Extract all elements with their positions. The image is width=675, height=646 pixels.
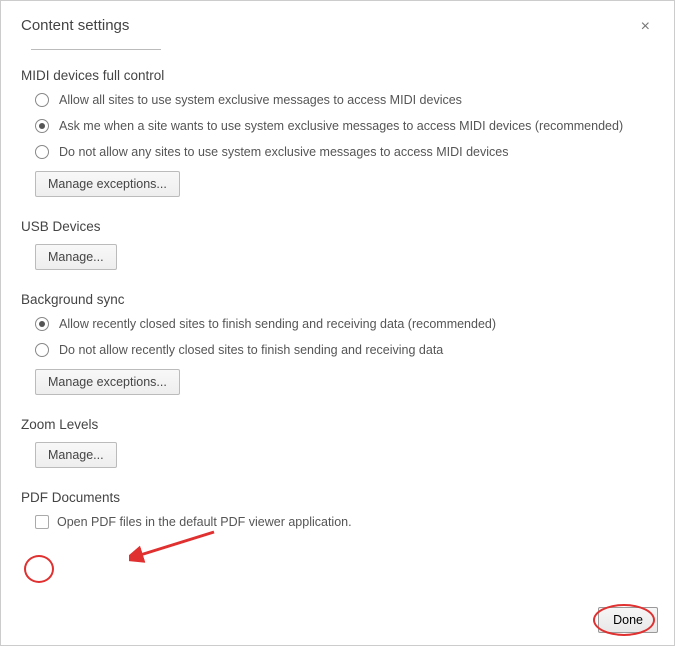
dialog-scroll-area[interactable]: MIDI devices full control Allow all site… — [1, 45, 674, 595]
radio-bgsync-allow[interactable]: Allow recently closed sites to finish se… — [35, 317, 654, 331]
section-usb: USB Devices Manage... — [21, 219, 654, 270]
manage-button-zoom[interactable]: Manage... — [35, 442, 117, 468]
radio-bgsync-deny[interactable]: Do not allow recently closed sites to fi… — [35, 343, 654, 357]
done-button[interactable]: Done — [598, 607, 658, 633]
manage-exceptions-button-bgsync[interactable]: Manage exceptions... — [35, 369, 180, 395]
radio-label: Allow all sites to use system exclusive … — [59, 93, 462, 107]
divider — [31, 49, 161, 50]
radio-icon — [35, 317, 49, 331]
content-settings-dialog: Content settings × MIDI devices full con… — [0, 0, 675, 646]
radio-label: Allow recently closed sites to finish se… — [59, 317, 496, 331]
section-zoom: Zoom Levels Manage... — [21, 417, 654, 468]
dialog-header: Content settings × — [1, 1, 674, 45]
radio-label: Ask me when a site wants to use system e… — [59, 119, 623, 133]
section-title-bgsync: Background sync — [21, 292, 654, 307]
section-title-usb: USB Devices — [21, 219, 654, 234]
radio-group-bgsync: Allow recently closed sites to finish se… — [21, 317, 654, 357]
radio-icon — [35, 343, 49, 357]
section-bgsync: Background sync Allow recently closed si… — [21, 292, 654, 395]
radio-label: Do not allow recently closed sites to fi… — [59, 343, 443, 357]
radio-icon — [35, 145, 49, 159]
manage-button-usb[interactable]: Manage... — [35, 244, 117, 270]
section-title-zoom: Zoom Levels — [21, 417, 654, 432]
checkbox-label: Open PDF files in the default PDF viewer… — [57, 515, 352, 529]
radio-icon — [35, 119, 49, 133]
radio-midi-deny[interactable]: Do not allow any sites to use system exc… — [35, 145, 654, 159]
checkbox-pdf-default-viewer[interactable]: Open PDF files in the default PDF viewer… — [35, 515, 654, 529]
dialog-footer: Done — [1, 595, 674, 645]
radio-label: Do not allow any sites to use system exc… — [59, 145, 509, 159]
radio-group-midi: Allow all sites to use system exclusive … — [21, 93, 654, 159]
radio-midi-allow[interactable]: Allow all sites to use system exclusive … — [35, 93, 654, 107]
section-title-midi: MIDI devices full control — [21, 68, 654, 83]
radio-midi-ask[interactable]: Ask me when a site wants to use system e… — [35, 119, 654, 133]
section-pdf: PDF Documents Open PDF files in the defa… — [21, 490, 654, 529]
checkbox-icon — [35, 515, 49, 529]
section-midi: MIDI devices full control Allow all site… — [21, 68, 654, 197]
manage-exceptions-button-midi[interactable]: Manage exceptions... — [35, 171, 180, 197]
close-icon[interactable]: × — [637, 17, 654, 37]
radio-icon — [35, 93, 49, 107]
dialog-title: Content settings — [21, 17, 129, 34]
section-title-pdf: PDF Documents — [21, 490, 654, 505]
